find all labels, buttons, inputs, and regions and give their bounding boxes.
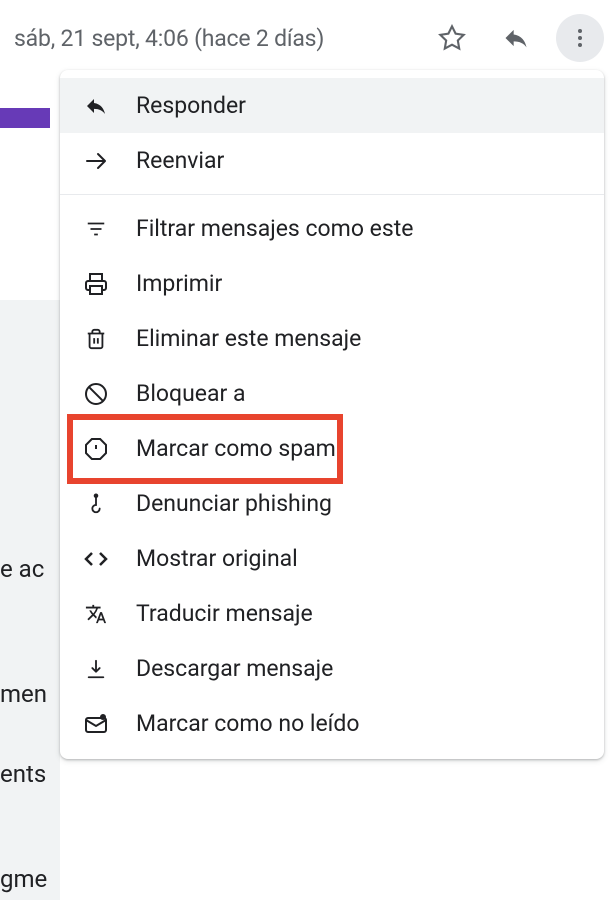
- menu-label: Marcar como no leído: [136, 710, 359, 737]
- bg-text-fragment: men: [0, 680, 47, 708]
- context-menu: Responder Reenviar Filtrar mensajes como…: [60, 70, 604, 759]
- menu-label: Responder: [136, 92, 246, 119]
- menu-block[interactable]: Bloquear a: [60, 366, 604, 421]
- bg-text-fragment: ents: [0, 760, 46, 788]
- menu-print[interactable]: Imprimir: [60, 256, 604, 311]
- menu-label: Reenviar: [136, 147, 224, 174]
- star-icon: [438, 24, 466, 52]
- menu-forward[interactable]: Reenviar: [60, 133, 604, 188]
- menu-label: Marcar como spam: [136, 435, 336, 462]
- translate-icon: [84, 602, 108, 626]
- star-button[interactable]: [428, 14, 476, 62]
- menu-divider: [60, 194, 604, 195]
- filter-icon: [84, 217, 108, 241]
- bg-text-fragment: e ac: [0, 555, 44, 583]
- menu-label: Imprimir: [136, 270, 222, 297]
- forward-icon: [84, 149, 108, 173]
- menu-label: Mostrar original: [136, 545, 298, 572]
- menu-label: Filtrar mensajes como este: [136, 215, 413, 242]
- menu-label: Eliminar este mensaje: [136, 325, 361, 352]
- menu-label: Denunciar phishing: [136, 490, 332, 517]
- bg-text-fragment: gme: [0, 865, 47, 893]
- reply-button-top[interactable]: [492, 14, 540, 62]
- background-panel: [0, 300, 60, 900]
- menu-reply[interactable]: Responder: [60, 78, 604, 133]
- print-icon: [84, 272, 108, 296]
- menu-label: Descargar mensaje: [136, 655, 333, 682]
- spam-icon: [84, 437, 108, 461]
- unread-icon: [84, 712, 108, 736]
- download-icon: [84, 657, 108, 681]
- category-indicator: [0, 108, 50, 128]
- reply-arrow-icon: [502, 24, 530, 52]
- menu-translate[interactable]: Traducir mensaje: [60, 586, 604, 641]
- more-vertical-icon: [568, 26, 592, 50]
- menu-spam[interactable]: Marcar como spam: [60, 421, 604, 476]
- phishing-icon: [84, 492, 108, 516]
- menu-phishing[interactable]: Denunciar phishing: [60, 476, 604, 531]
- menu-delete[interactable]: Eliminar este mensaje: [60, 311, 604, 366]
- menu-unread[interactable]: Marcar como no leído: [60, 696, 604, 751]
- reply-icon: [84, 94, 108, 118]
- trash-icon: [84, 327, 108, 351]
- menu-label: Bloquear a: [136, 380, 246, 407]
- code-icon: [84, 547, 108, 571]
- block-icon: [84, 382, 108, 406]
- menu-filter[interactable]: Filtrar mensajes como este: [60, 201, 604, 256]
- menu-label: Traducir mensaje: [136, 600, 313, 627]
- menu-original[interactable]: Mostrar original: [60, 531, 604, 586]
- more-options-button[interactable]: [556, 14, 604, 62]
- menu-download[interactable]: Descargar mensaje: [60, 641, 604, 696]
- email-timestamp: sáb, 21 sept, 4:06 (hace 2 días): [14, 25, 412, 52]
